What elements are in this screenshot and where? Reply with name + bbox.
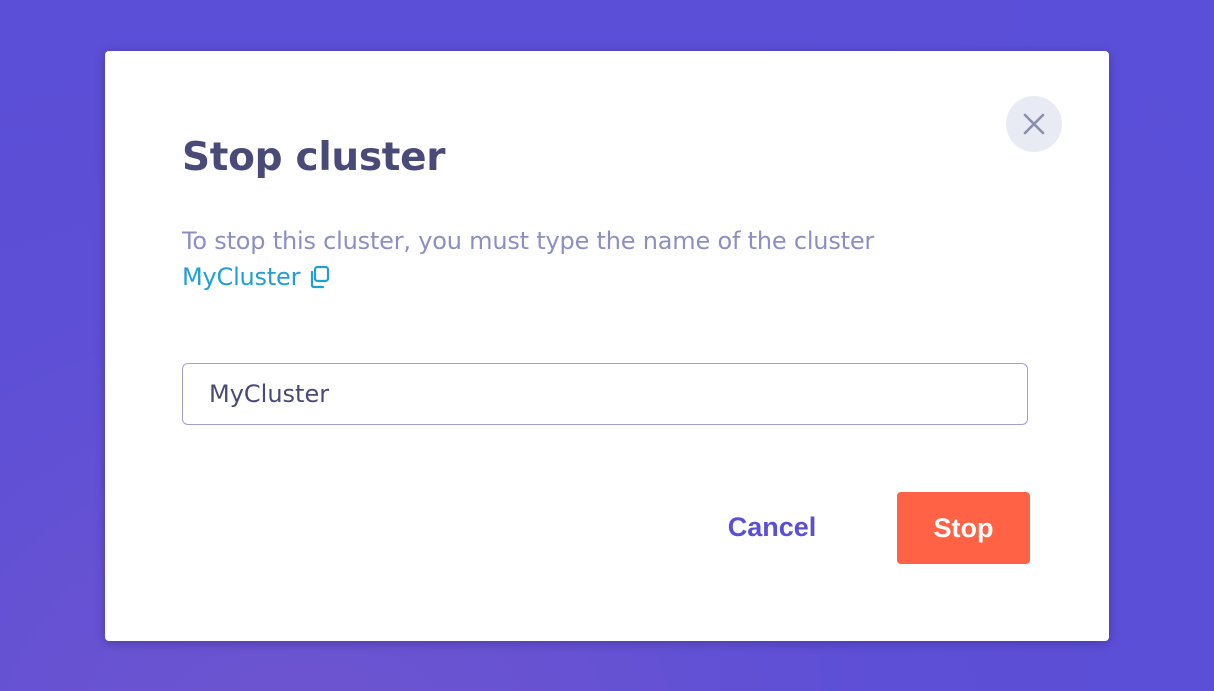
close-button[interactable] xyxy=(1006,96,1062,152)
dialog-description: To stop this cluster, you must type the … xyxy=(182,227,875,255)
stop-button[interactable]: Stop xyxy=(897,492,1030,564)
dialog-title: Stop cluster xyxy=(182,135,446,180)
copy-icon[interactable] xyxy=(306,264,332,290)
cluster-name-input[interactable] xyxy=(182,363,1028,425)
cluster-name-link[interactable]: MyCluster xyxy=(182,261,300,293)
close-icon xyxy=(1023,113,1045,135)
stop-cluster-dialog: Stop cluster To stop this cluster, you m… xyxy=(105,51,1109,641)
cluster-name-reference: MyCluster xyxy=(182,261,332,293)
cancel-button[interactable]: Cancel xyxy=(717,499,827,555)
